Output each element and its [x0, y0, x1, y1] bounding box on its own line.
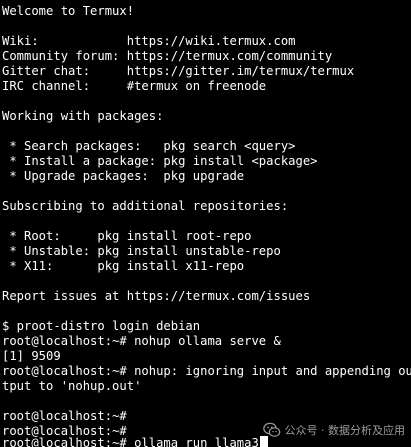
terminal-line: Wiki: https://wiki.termux.com	[2, 34, 296, 48]
terminal-line: * Upgrade packages: pkg upgrade	[2, 169, 245, 183]
terminal-line: root@localhost:~# nohup ollama serve &	[2, 334, 281, 348]
terminal-line: Gitter chat: https://gitter.im/termux/te…	[2, 64, 355, 78]
terminal-line: Subscribing to additional repositories:	[2, 199, 289, 213]
terminal-line: Report issues at https://termux.com/issu…	[2, 289, 311, 303]
terminal-line: * Install a package: pkg install <packag…	[2, 154, 318, 168]
terminal-line: * Root: pkg install root-repo	[2, 229, 252, 243]
prompt-text: root@localhost:~# ollama run llama3	[2, 436, 259, 447]
wechat-icon	[262, 422, 280, 437]
terminal-line: * Search packages: pkg search <query>	[2, 139, 296, 153]
terminal-line: root@localhost:~#	[2, 409, 127, 423]
terminal-line: * Unstable: pkg install unstable-repo	[2, 244, 281, 258]
terminal-screen[interactable]: Welcome to Termux! Wiki: https://wiki.te…	[0, 0, 411, 447]
terminal-line: Community forum: https://termux.com/comm…	[2, 49, 333, 63]
terminal-line: Working with packages:	[2, 109, 164, 123]
terminal-line: * X11: pkg install x11-repo	[2, 259, 245, 273]
terminal-line: Welcome to Termux!	[2, 4, 135, 18]
terminal-line: [1] 9509	[2, 349, 61, 363]
terminal-line: root@localhost:~# ollama run llama3	[2, 436, 268, 447]
terminal-line: tput to 'nohup.out'	[2, 379, 142, 393]
watermark-text: 公众号 · 数据分析及应用	[284, 424, 406, 437]
terminal-line: IRC channel: #termux on freenode	[2, 79, 267, 93]
watermark: 公众号 · 数据分析及应用	[262, 420, 406, 440]
terminal-line: root@localhost:~# nohup: ignoring input …	[2, 364, 411, 378]
terminal-line: $ proot-distro login debian	[2, 319, 201, 333]
